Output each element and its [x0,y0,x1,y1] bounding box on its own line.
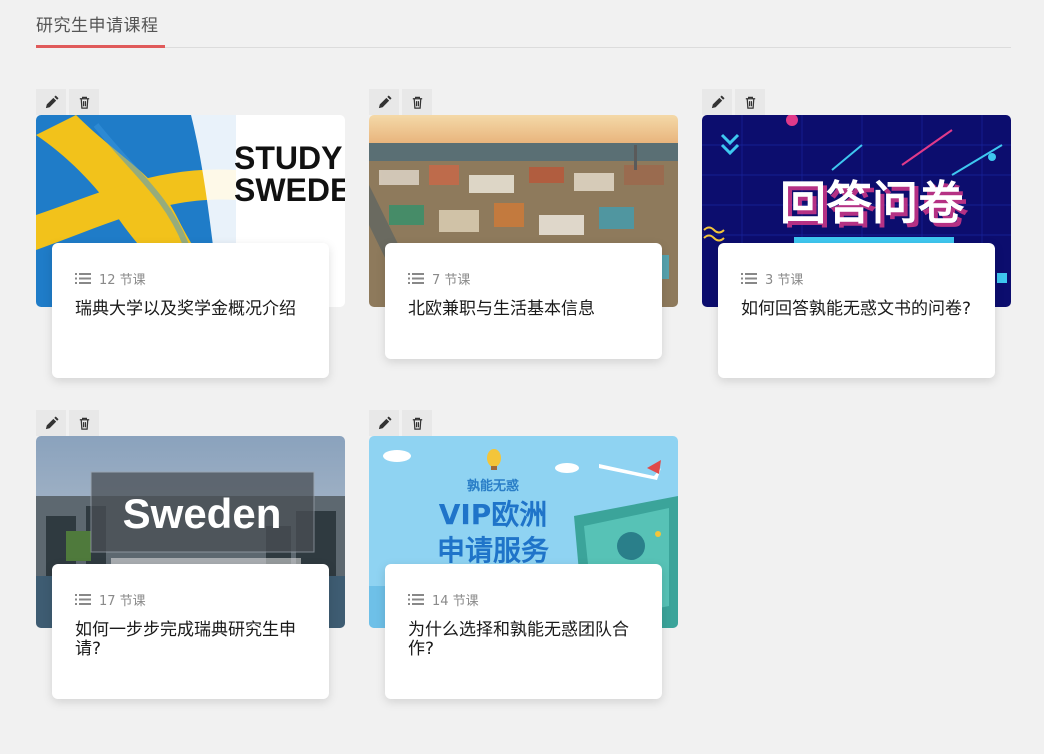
course-actions [369,89,435,115]
lesson-count-text: 12 节课 [99,272,146,288]
active-tab-indicator [36,45,165,48]
pencil-icon [45,94,59,108]
edit-button[interactable] [36,89,66,115]
trash-icon [79,417,89,430]
lesson-count-text: 7 节课 [432,272,471,288]
delete-button[interactable] [69,410,99,436]
course-title[interactable]: 北欧兼职与生活基本信息 [408,300,639,319]
page: 研究生申请课程 STUDY SWEDE 12 节课 瑞典大学以及奖学金概况介绍 … [0,0,1044,754]
list-icon [741,272,757,284]
thumb-text-line2: 申请服务 [437,534,549,567]
lesson-count: 14 节课 [408,591,639,609]
course-title[interactable]: 为什么选择和孰能无惑团队合作? [408,621,639,659]
course-actions [36,410,102,436]
course-card[interactable]: 7 节课 北欧兼职与生活基本信息 [369,89,678,379]
course-card[interactable]: 回答问卷 回答问卷 3 节课 如何回答孰能无惑文书的问卷? [702,89,1011,379]
course-card[interactable]: Sweden 17 节课 如何一步步完成瑞典研究生申请? [36,410,345,700]
list-icon [75,272,91,284]
thumb-text-line1: VIP欧洲 [439,498,548,531]
trash-icon [412,96,422,109]
edit-button[interactable] [369,410,399,436]
course-info-panel[interactable]: 12 节课 瑞典大学以及奖学金概况介绍 [52,243,329,378]
trash-icon [412,417,422,430]
course-info-panel[interactable]: 3 节课 如何回答孰能无惑文书的问卷? [718,243,995,378]
course-card[interactable]: 孰能无惑 VIP欧洲 申请服务 14 节课 为什么选择和孰能无惑团队合作? [369,410,678,700]
thumb-text-line2: SWEDE [234,172,345,208]
course-actions [369,410,435,436]
lesson-count: 12 节课 [75,270,306,288]
lesson-count-text: 17 节课 [99,593,146,609]
lesson-count-text: 3 节课 [765,272,804,288]
course-title[interactable]: 如何一步步完成瑞典研究生申请? [75,621,306,659]
edit-button[interactable] [36,410,66,436]
delete-button[interactable] [402,410,432,436]
trash-icon [745,96,755,109]
course-actions [36,89,102,115]
list-icon [75,593,91,605]
pencil-icon [378,415,392,429]
delete-button[interactable] [69,89,99,115]
course-actions [702,89,768,115]
course-info-panel[interactable]: 14 节课 为什么选择和孰能无惑团队合作? [385,564,662,699]
pencil-icon [378,94,392,108]
course-title[interactable]: 瑞典大学以及奖学金概况介绍 [75,300,306,319]
lesson-count: 17 节课 [75,591,306,609]
list-icon [408,593,424,605]
course-info-panel[interactable]: 17 节课 如何一步步完成瑞典研究生申请? [52,564,329,699]
edit-button[interactable] [369,89,399,115]
lesson-count: 3 节课 [741,270,972,288]
tab-bar: 研究生申请课程 [36,0,1011,48]
course-card[interactable]: STUDY SWEDE 12 节课 瑞典大学以及奖学金概况介绍 [36,89,345,379]
pencil-icon [711,94,725,108]
lesson-count: 7 节课 [408,270,639,288]
edit-button[interactable] [702,89,732,115]
trash-icon [79,96,89,109]
tab-graduate-courses[interactable]: 研究生申请课程 [36,11,159,36]
thumb-text: 回答问卷 [780,176,965,230]
thumb-text: Sweden [123,490,282,537]
course-info-panel[interactable]: 7 节课 北欧兼职与生活基本信息 [385,243,662,359]
thumb-brand-text: 孰能无惑 [467,478,519,494]
list-icon [408,272,424,284]
thumb-text-line1: STUDY [234,140,342,176]
pencil-icon [45,415,59,429]
course-title[interactable]: 如何回答孰能无惑文书的问卷? [741,300,972,319]
delete-button[interactable] [402,89,432,115]
lesson-count-text: 14 节课 [432,593,479,609]
delete-button[interactable] [735,89,765,115]
